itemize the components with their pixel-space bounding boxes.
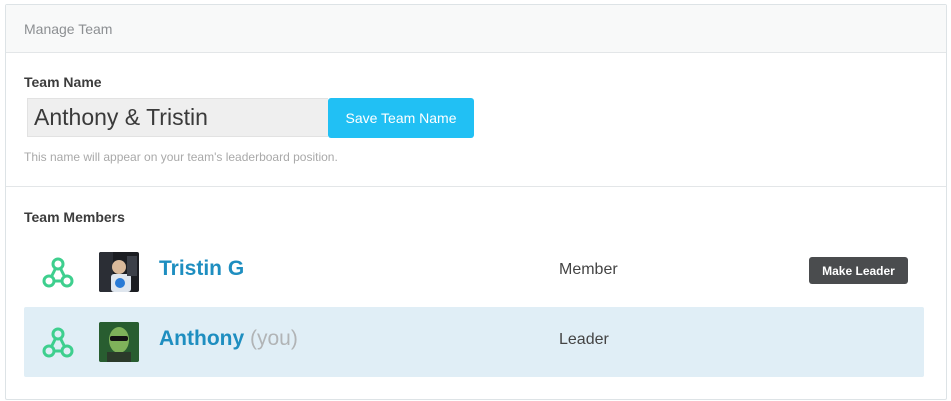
avatar[interactable] [99,252,139,292]
panel-header: Manage Team [6,5,946,53]
team-name-label: Team Name [24,74,102,90]
team-network-icon [42,327,74,358]
save-team-name-button[interactable]: Save Team Name [328,98,474,138]
panel-title: Manage Team [24,20,113,37]
member-name[interactable]: Tristin G [159,257,244,280]
member-role: Leader [559,331,609,348]
team-name-input[interactable] [27,98,328,137]
member-name-link[interactable]: Anthony (you) [159,327,298,351]
avatar-image [99,322,139,362]
team-name-section: Team Name Save Team Name This name will … [6,53,946,187]
member-role: Member [559,261,618,278]
avatar-image [99,252,139,292]
member-name-link[interactable]: Tristin G [159,257,244,281]
make-leader-button[interactable]: Make Leader [809,257,908,284]
team-name-row: Save Team Name [27,98,474,138]
member-row-current-user: Anthony (you) Leader [24,307,924,377]
team-members-section: Team Members Tristin G Member Make Leade… [6,187,946,399]
member-row: Tristin G Member Make Leader [24,237,924,307]
manage-team-panel: Manage Team Team Name Save Team Name Thi… [5,4,947,400]
avatar[interactable] [99,322,139,362]
member-name[interactable]: Anthony [159,327,244,350]
team-name-hint: This name will appear on your team's lea… [24,150,338,164]
you-indicator: (you) [250,327,298,350]
team-network-icon [42,257,74,288]
team-members-label: Team Members [24,209,125,225]
